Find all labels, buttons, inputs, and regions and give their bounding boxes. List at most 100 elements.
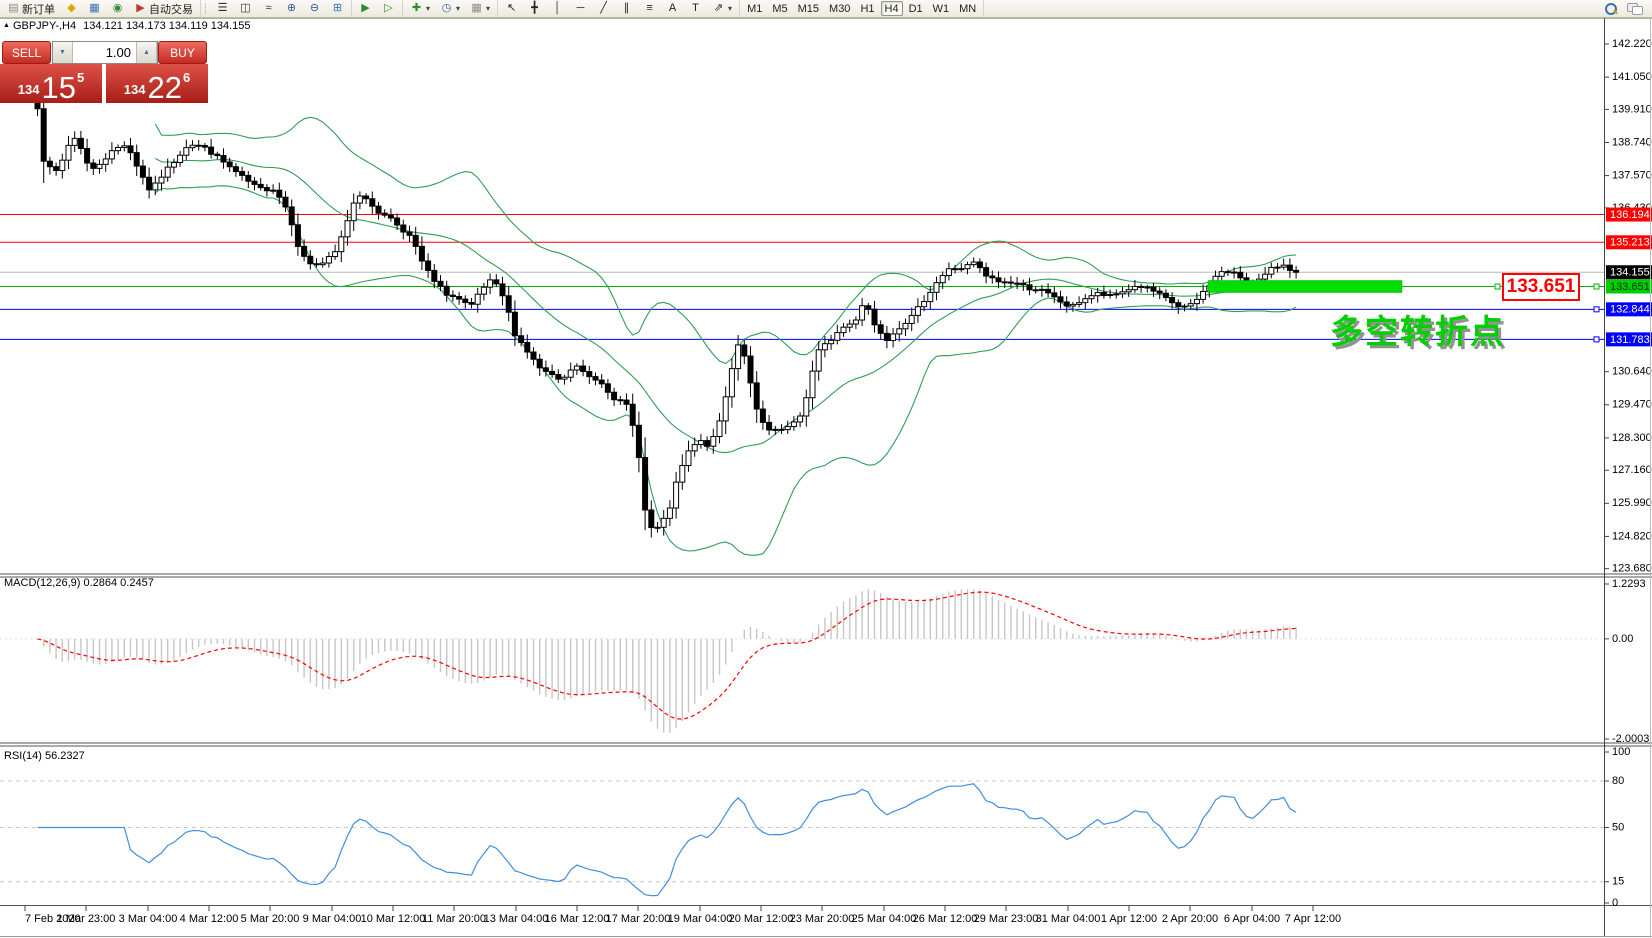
time-tick-label: 11 Mar 20:00 [422, 913, 486, 925]
pivot-annotation-text[interactable]: 多空转折点 [1330, 305, 1505, 353]
equidistant-channel-button[interactable]: ∥ [616, 1, 637, 16]
chat-icon[interactable] [1627, 3, 1642, 14]
timeframe-button-m5[interactable]: M5 [768, 1, 791, 16]
data-window-button[interactable]: ◉ [107, 1, 128, 16]
timeframe-button-w1[interactable]: W1 [929, 1, 954, 16]
time-tick-label: 1 Apr 12:00 [1101, 913, 1157, 925]
toolbar-group-chart-type: ☰ ◫ ≈ ⊕ ⊖ ⊞ [201, 0, 352, 17]
one-click-toggle-icon[interactable]: ▲ [3, 22, 10, 29]
auto-scroll-icon: ▶ [359, 2, 372, 15]
tile-windows-button[interactable]: ⊞ [327, 1, 348, 16]
indicators-icon: ✚ [410, 2, 423, 15]
time-tick-label: 4 Mar 12:00 [180, 913, 239, 925]
price-level-label-text: 136.194 [1610, 209, 1650, 221]
vertical-line-icon: │ [551, 2, 564, 15]
fibonacci-button[interactable]: ≡ [639, 1, 660, 16]
new-order-button[interactable]: ▤ 新订单 [3, 1, 59, 16]
arrows-button[interactable]: ⇗▾ [708, 1, 736, 16]
arrow-icon: ⇗ [712, 2, 725, 15]
toolbar-right [1599, 3, 1652, 15]
auto-scroll-button[interactable]: ▶ [355, 1, 376, 16]
ohlc-quotes: 134.121 134.173 134.119 134.155 [83, 20, 250, 32]
templates-button[interactable]: ▦▾ [466, 1, 494, 16]
symbol-header: ▲GBPJPY-,H4 134.121 134.173 134.119 134.1… [3, 20, 251, 32]
volume-decrease-button[interactable]: ▼ [53, 42, 73, 63]
price-tick-label: 138.740 [1612, 136, 1652, 148]
chevron-down-icon: ▾ [426, 4, 430, 13]
time-tick-label: 7 Apr 12:00 [1285, 913, 1341, 925]
buy-pips: 22 [147, 75, 181, 101]
price-tick-label: 142.220 [1612, 38, 1652, 50]
clock-icon: ◷ [440, 2, 453, 15]
sell-big-figure: 134 [18, 82, 40, 97]
time-tick-label: 19 Mar 04:00 [668, 913, 733, 925]
time-tick-label: 16 Mar 12:00 [545, 913, 610, 925]
crosshair-icon: ╋ [528, 2, 541, 15]
chart-profile-button[interactable]: ◆ [61, 1, 82, 16]
timeframe-button-m15[interactable]: M15 [794, 1, 823, 16]
time-tick-label: 6 Apr 04:00 [1224, 913, 1280, 925]
price-tick-label: 139.910 [1612, 103, 1652, 115]
symbol-period-label: GBPJPY-,H4 [13, 20, 76, 32]
autotrading-button[interactable]: ▶ 自动交易 [130, 1, 197, 16]
vertical-line-button[interactable]: │ [547, 1, 568, 16]
zoom-out-button[interactable]: ⊖ [304, 1, 325, 16]
toolbar-group-indicators: ✚▾ ◷▾ ▦▾ [403, 0, 498, 17]
line-handle[interactable] [1495, 284, 1500, 289]
chart-shift-button[interactable]: ▷ [378, 1, 399, 16]
market-watch-button[interactable]: ▦ [84, 1, 105, 16]
price-tick-label: 124.820 [1612, 530, 1652, 542]
zoom-in-icon: ⊕ [285, 2, 298, 15]
indicators-button[interactable]: ✚▾ [406, 1, 434, 16]
buy-big-figure: 134 [124, 82, 146, 97]
line-handle[interactable] [1594, 284, 1599, 289]
price-tick-label: 128.300 [1612, 432, 1652, 444]
sell-point: 5 [77, 70, 84, 85]
timeframe-button-d1[interactable]: D1 [905, 1, 927, 16]
price-annotation-box[interactable]: 133.651 [1502, 273, 1580, 301]
sell-price-button[interactable]: 134155 [0, 64, 102, 103]
periods-button[interactable]: ◷▾ [436, 1, 464, 16]
timeframe-button-mn[interactable]: MN [955, 1, 980, 16]
line-handle[interactable] [1594, 337, 1599, 342]
trendline-icon: ╱ [597, 2, 610, 15]
new-order-icon: ▤ [7, 2, 20, 15]
highlight-zone[interactable] [1208, 281, 1402, 293]
candlestick-chart-button[interactable]: ◫ [235, 1, 256, 16]
buy-price-button[interactable]: 134226 [106, 64, 208, 103]
volume-stepper: ▼ 1.00 ▲ [52, 41, 158, 64]
zoom-out-icon: ⊖ [308, 2, 321, 15]
text-button[interactable]: A [662, 1, 683, 16]
line-chart-icon: ≈ [262, 2, 275, 15]
chart-profile-icon: ◆ [65, 2, 78, 15]
timeframe-button-m1[interactable]: M1 [743, 1, 766, 16]
chart-canvas[interactable]: 142.220141.050139.910138.740137.570136.4… [0, 0, 1652, 938]
text-label-button[interactable]: T [685, 1, 706, 16]
horizontal-line-button[interactable]: ─ [570, 1, 591, 16]
time-tick-label: 1 Mar 23:00 [57, 913, 116, 925]
time-tick-label: 9 Mar 04:00 [303, 913, 362, 925]
zoom-in-button[interactable]: ⊕ [281, 1, 302, 16]
trendline-button[interactable]: ╱ [593, 1, 614, 16]
sell-button[interactable]: SELL [2, 41, 51, 64]
text-label-icon: T [689, 2, 702, 15]
timeframe-button-h1[interactable]: H1 [856, 1, 878, 16]
volume-increase-button[interactable]: ▲ [136, 42, 157, 63]
line-chart-button[interactable]: ≈ [258, 1, 279, 16]
time-tick-label: 29 Mar 23:00 [974, 913, 1039, 925]
timeframe-button-m30[interactable]: M30 [825, 1, 854, 16]
macd-header: MACD(12,26,9) 0.2864 0.2457 [4, 577, 154, 589]
chevron-down-icon: ▾ [486, 4, 490, 13]
search-icon[interactable] [1605, 3, 1617, 15]
cursor-button[interactable]: ↖ [501, 1, 522, 16]
line-handle[interactable] [1594, 307, 1599, 312]
horizontal-line-icon: ─ [574, 2, 587, 15]
rsi-axis-label: 100 [1612, 746, 1630, 758]
buy-button[interactable]: BUY [158, 41, 207, 64]
bar-chart-button[interactable]: ☰ [212, 1, 233, 16]
time-tick-label: 10 Mar 12:00 [361, 913, 426, 925]
volume-value[interactable]: 1.00 [73, 42, 136, 63]
macd-axis-label: 1.2293 [1612, 578, 1646, 590]
crosshair-button[interactable]: ╋ [524, 1, 545, 16]
timeframe-button-h4[interactable]: H4 [881, 1, 903, 16]
